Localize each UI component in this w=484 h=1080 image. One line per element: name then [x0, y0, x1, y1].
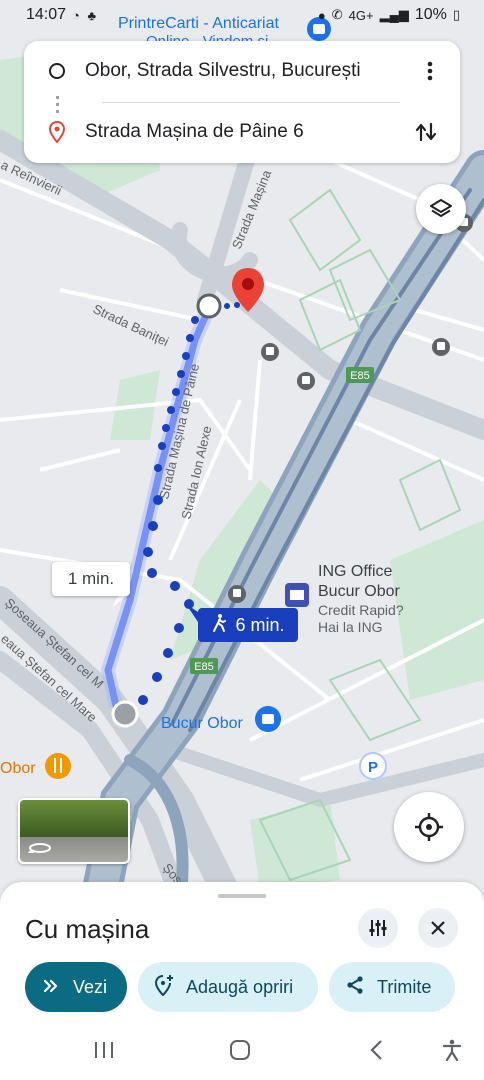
poi-ing-sub2: Hai la ING — [318, 619, 383, 635]
battery-icon: ▯ — [452, 7, 460, 22]
poi-bucur-obor[interactable]: Bucur Obor — [161, 715, 243, 732]
go-button-label: Vezi — [73, 976, 108, 997]
route-card: Obor, Strada Silvestru, București Strada… — [24, 41, 460, 163]
restaurant-icon[interactable] — [45, 753, 71, 779]
home-icon[interactable] — [220, 1030, 260, 1070]
origin-row[interactable]: Obor, Strada Silvestru, București — [24, 49, 460, 93]
street-view-thumbnail[interactable] — [18, 798, 130, 864]
share-label: Trimite — [377, 976, 432, 997]
system-nav-bar — [0, 1030, 484, 1080]
add-location-icon — [154, 974, 174, 1001]
travel-mode-title: Cu mașina — [25, 914, 150, 944]
add-stops-button[interactable]: Adaugă opriri — [138, 962, 318, 1012]
svg-text:P: P — [368, 759, 378, 776]
street-view-360-icon — [26, 840, 54, 856]
double-chevron-icon — [43, 977, 59, 998]
status-bar: 14:07 ◔ ♣ ● ✆ 4G+ ▂▄▆ 10% ▯ — [0, 0, 484, 30]
shopping-bag-icon[interactable] — [255, 706, 281, 732]
card-divider — [102, 102, 400, 103]
back-icon[interactable] — [356, 1030, 396, 1070]
drag-handle[interactable] — [218, 894, 266, 898]
car-time-callout[interactable]: 1 min. — [52, 562, 130, 596]
destination-field[interactable]: Strada Mașina de Pâine 6 — [85, 121, 406, 143]
battery-level: 10% — [414, 6, 447, 23]
layers-icon[interactable] — [416, 184, 466, 234]
walk-time-text: 6 min. — [235, 614, 285, 635]
go-button[interactable]: Vezi — [25, 962, 127, 1012]
more-vert-icon[interactable] — [410, 51, 450, 91]
poi-ing-line1[interactable]: ING Office — [318, 563, 392, 580]
ing-bank-icon[interactable] — [285, 583, 309, 607]
origin-circle-icon — [49, 63, 65, 79]
walking-icon — [211, 613, 227, 638]
accessibility-icon[interactable] — [432, 1030, 472, 1070]
e85-badge-bottom: E85 — [190, 658, 218, 674]
recent-apps-icon[interactable] — [84, 1030, 124, 1070]
status-right-icons: ● ✆ 4G+ ▂▄▆ 10% ▯ — [318, 6, 460, 24]
notification-icons: ◔ ♣ — [72, 7, 99, 23]
destination-row[interactable]: Strada Mașina de Pâine 6 — [24, 110, 460, 154]
svg-text:E85: E85 — [350, 370, 370, 382]
destination-pin-small-icon — [47, 121, 67, 143]
location-status-icon: ● — [317, 7, 326, 23]
tune-icon[interactable] — [358, 908, 398, 948]
svg-text:E85: E85 — [194, 661, 214, 673]
close-icon[interactable] — [418, 908, 458, 948]
walk-time-callout[interactable]: 6 min. — [198, 608, 298, 642]
my-location-icon[interactable] — [394, 792, 464, 862]
poi-obor[interactable]: Obor — [0, 760, 36, 777]
status-time: 14:07 — [26, 6, 67, 23]
e85-badge-top: E85 — [346, 367, 374, 383]
share-icon — [345, 975, 365, 1000]
origin-field[interactable]: Obor, Strada Silvestru, București — [85, 60, 410, 82]
call-status-icon: ✆ — [331, 7, 343, 22]
share-button[interactable]: Trimite — [329, 962, 455, 1012]
add-stops-label: Adaugă opriri — [186, 976, 294, 997]
poi-ing-line2[interactable]: Bucur Obor — [318, 583, 400, 600]
network-type: 4G+ — [348, 7, 374, 23]
signal-icon: ▂▄▆ — [379, 7, 409, 22]
swap-vertical-icon[interactable] — [406, 112, 446, 152]
poi-ing-sub1: Credit Rapid? — [318, 602, 404, 618]
parking-icon[interactable]: P — [359, 752, 387, 780]
